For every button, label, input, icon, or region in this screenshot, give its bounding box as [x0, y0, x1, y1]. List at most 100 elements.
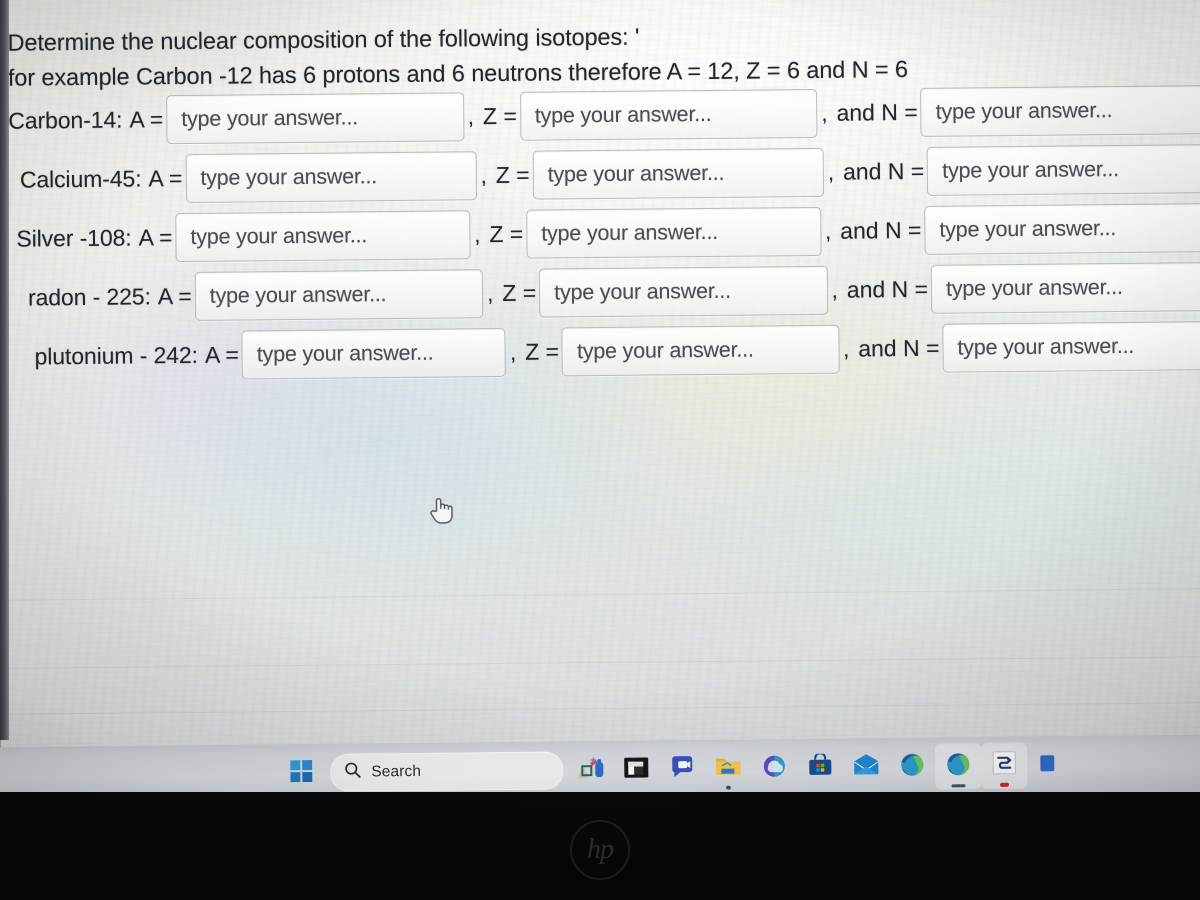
- a-equals-label: A =: [129, 106, 164, 133]
- input-calcium45-z[interactable]: type your answer...: [532, 147, 825, 200]
- microsoft-store-icon: [807, 751, 833, 782]
- taskbar-onedrive[interactable]: [751, 745, 797, 791]
- windows-start-icon: [290, 759, 313, 787]
- taskbar-notes[interactable]: [981, 742, 1028, 790]
- input-placeholder: type your answer...: [190, 223, 368, 250]
- input-plutonium242-z[interactable]: type your answer...: [561, 324, 840, 377]
- n-equals-label: and N =: [846, 275, 929, 303]
- widgets-weather-icon: [573, 753, 607, 786]
- input-carbon14-a[interactable]: type your answer...: [166, 92, 465, 145]
- isotope-row-plutonium-242: plutonium - 242: A = type your answer...…: [34, 321, 1200, 381]
- taskbar-file-explorer[interactable]: [613, 746, 659, 792]
- input-placeholder: type your answer...: [939, 216, 1117, 242]
- input-placeholder: type your answer...: [576, 337, 754, 364]
- file-explorer-icon: [623, 755, 649, 784]
- taskbar-chat[interactable]: [659, 746, 705, 792]
- input-silver108-z[interactable]: type your answer...: [526, 206, 822, 259]
- input-placeholder: type your answer...: [534, 102, 712, 128]
- isotope-row-radon-225: radon - 225: A = type your answer... , Z…: [28, 262, 1200, 322]
- isotope-row-silver-108: Silver -108: A = type your answer... , Z…: [16, 203, 1200, 263]
- comma-separator: ,: [824, 218, 832, 244]
- input-placeholder: type your answer...: [935, 98, 1113, 124]
- input-placeholder: type your answer...: [547, 160, 725, 187]
- n-equals-label: and N =: [840, 217, 922, 244]
- input-carbon14-z[interactable]: type your answer...: [519, 89, 818, 141]
- screen-left-bezel: [0, 0, 9, 740]
- screen-band-line: [0, 587, 1200, 602]
- search-icon: [344, 762, 361, 784]
- a-equals-label: A =: [138, 224, 173, 251]
- start-button[interactable]: [278, 750, 324, 796]
- taskbar-folder[interactable]: [705, 745, 751, 791]
- taskbar-mail[interactable]: [843, 744, 889, 790]
- a-equals-label: A =: [157, 283, 192, 310]
- isotope-label: Carbon-14:: [8, 106, 123, 134]
- input-placeholder: type your answer...: [200, 164, 378, 190]
- taskbar-microsoft-store[interactable]: [797, 744, 843, 790]
- comma-separator: ,: [831, 277, 838, 303]
- input-silver108-a[interactable]: type your answer...: [175, 210, 471, 263]
- z-equals-label: Z =: [525, 338, 560, 365]
- taskbar-overflow-item[interactable]: [1027, 742, 1073, 788]
- input-placeholder: type your answer...: [209, 282, 387, 308]
- comma-separator: ,: [821, 100, 828, 126]
- a-equals-label: A =: [204, 341, 239, 368]
- z-equals-label: Z =: [502, 279, 537, 307]
- search-input[interactable]: Search: [330, 751, 564, 792]
- comma-separator: ,: [509, 339, 517, 365]
- isotope-label: radon - 225:: [27, 283, 151, 311]
- n-equals-label: and N =: [842, 157, 925, 185]
- pointing-hand-cursor: [428, 493, 454, 530]
- input-calcium45-n[interactable]: type your answer...: [927, 144, 1200, 196]
- mail-icon: [852, 753, 880, 782]
- input-silver108-n[interactable]: type your answer...: [924, 203, 1200, 255]
- input-radon225-z[interactable]: type your answer...: [538, 265, 828, 318]
- input-plutonium242-n[interactable]: type your answer...: [942, 321, 1200, 373]
- isotope-row-calcium-45: Calcium-45: A = type your answer... , Z …: [20, 144, 1200, 204]
- input-placeholder: type your answer...: [957, 333, 1135, 360]
- z-equals-label: Z =: [482, 102, 517, 130]
- input-carbon14-n[interactable]: type your answer...: [920, 85, 1200, 138]
- laptop-bottom-bezel: hp: [0, 792, 1200, 900]
- widgets-button[interactable]: [567, 747, 613, 793]
- search-label: Search: [371, 762, 422, 781]
- input-plutonium242-a[interactable]: type your answer...: [241, 328, 507, 380]
- input-radon225-a[interactable]: type your answer...: [194, 269, 484, 322]
- isotope-label: Calcium-45:: [19, 165, 142, 193]
- hp-brand-logo: hp: [570, 820, 630, 880]
- z-equals-label: Z =: [489, 220, 524, 248]
- comma-separator: ,: [843, 336, 850, 362]
- running-indicator: [951, 784, 966, 788]
- a-equals-label: A =: [148, 165, 183, 192]
- taskbar-edge[interactable]: [889, 744, 935, 790]
- onedrive-icon: [761, 754, 787, 783]
- taskbar-edge-window[interactable]: [935, 743, 982, 790]
- input-placeholder: type your answer...: [942, 157, 1119, 183]
- comma-separator: ,: [480, 162, 487, 188]
- z-equals-label: Z =: [495, 161, 530, 189]
- input-placeholder: type your answer...: [945, 275, 1123, 301]
- isotope-rows: Carbon-14: A = type your answer... , Z =…: [0, 85, 1200, 382]
- input-placeholder: type your answer...: [541, 219, 719, 246]
- input-placeholder: type your answer...: [256, 340, 434, 367]
- laptop-screen: Determine the nuclear composition of the…: [0, 0, 1200, 752]
- screen-band-line: [0, 701, 1200, 716]
- folder-icon: [714, 754, 742, 783]
- laptop-photo: Determine the nuclear composition of the…: [0, 0, 1200, 900]
- comma-separator: ,: [487, 280, 494, 306]
- chat-teams-icon: [669, 755, 695, 784]
- notification-indicator: [999, 782, 1010, 787]
- edge-icon: [899, 752, 925, 781]
- input-radon225-n[interactable]: type your answer...: [930, 262, 1200, 314]
- running-indicator: [725, 785, 732, 790]
- app-icon: [1040, 751, 1060, 780]
- question-prompt: Determine the nuclear composition of the…: [0, 0, 1200, 93]
- comma-separator: ,: [827, 159, 835, 185]
- comma-separator: ,: [467, 103, 475, 129]
- comma-separator: ,: [474, 221, 481, 247]
- n-equals-label: and N =: [858, 334, 940, 362]
- isotope-label: plutonium - 242:: [34, 341, 199, 370]
- input-calcium45-a[interactable]: type your answer...: [185, 151, 477, 204]
- screen-band-line: [0, 655, 1200, 670]
- input-placeholder: type your answer...: [554, 278, 731, 305]
